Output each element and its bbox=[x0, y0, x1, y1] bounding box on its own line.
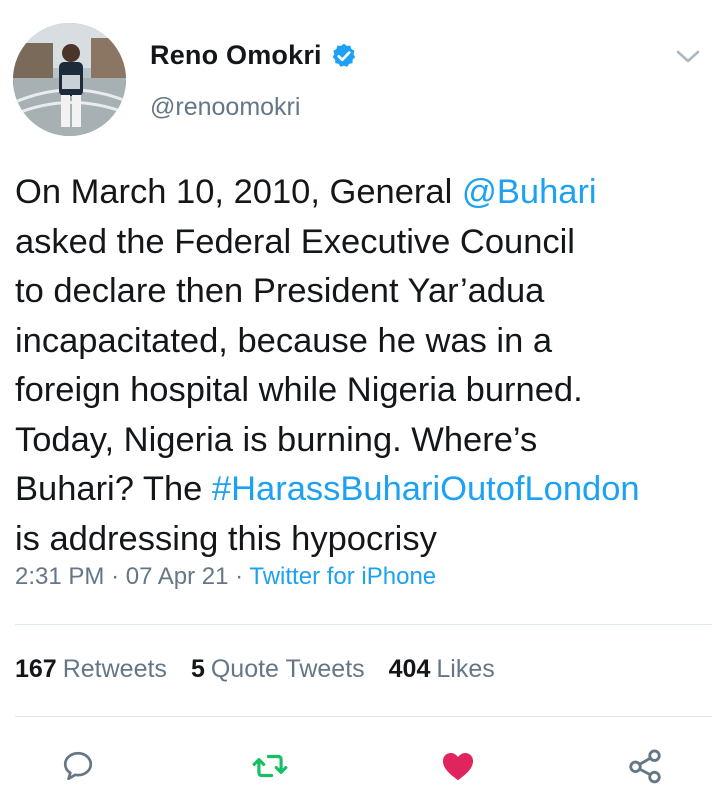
meta-separator: · bbox=[111, 563, 120, 590]
mention-link[interactable]: @Buhari bbox=[462, 173, 597, 211]
chevron-down-icon[interactable] bbox=[672, 44, 704, 68]
heart-icon bbox=[442, 753, 474, 781]
tweet-text-segment: is addressing this hypocrisy bbox=[15, 519, 437, 558]
share-icon bbox=[629, 749, 661, 784]
speech-bubble-icon bbox=[63, 751, 93, 781]
avatar-photo bbox=[13, 23, 126, 136]
tweet-meta: 2:31 PM · 07 Apr 21 · Twitter for iPhone bbox=[15, 563, 436, 591]
retweet-button[interactable] bbox=[246, 742, 294, 790]
verified-badge-icon bbox=[330, 42, 358, 70]
tweet-date: 07 Apr 21 bbox=[125, 563, 229, 590]
tweet-text-segment: asked the Federal Executive Council to d… bbox=[15, 222, 583, 509]
divider bbox=[15, 716, 712, 717]
like-button[interactable] bbox=[434, 742, 482, 790]
quote-tweets-stat[interactable]: 5 Quote Tweets bbox=[191, 655, 365, 684]
divider bbox=[15, 624, 712, 625]
tweet-text-segment: On March 10, 2010, General bbox=[15, 173, 462, 211]
retweets-stat[interactable]: 167 Retweets bbox=[15, 655, 167, 684]
retweets-label: Retweets bbox=[62, 655, 167, 683]
likes-label: Likes bbox=[436, 655, 495, 683]
share-button[interactable] bbox=[621, 742, 669, 790]
tweet-stats: 167 Retweets 5 Quote Tweets 404 Likes bbox=[15, 655, 495, 684]
tweet-time: 2:31 PM bbox=[15, 563, 105, 590]
author-name-row[interactable]: Reno Omokri bbox=[150, 40, 358, 71]
reply-button[interactable] bbox=[54, 742, 102, 790]
tweet-text: On March 10, 2010, General @Buhari asked… bbox=[15, 168, 715, 564]
quote-tweets-count: 5 bbox=[190, 655, 205, 683]
author-handle[interactable]: @renoomokri bbox=[150, 93, 300, 122]
quote-tweets-label: Quote Tweets bbox=[210, 655, 365, 683]
hashtag-link[interactable]: #HarassBuhariOutofLondon bbox=[212, 470, 640, 508]
tweet-source-link[interactable]: Twitter for iPhone bbox=[249, 563, 436, 590]
retweet-icon bbox=[252, 754, 288, 778]
author-name[interactable]: Reno Omokri bbox=[150, 40, 322, 71]
retweets-count: 167 bbox=[15, 655, 57, 683]
likes-count: 404 bbox=[388, 655, 431, 683]
avatar[interactable] bbox=[13, 23, 126, 136]
likes-stat[interactable]: 404 Likes bbox=[389, 655, 495, 684]
meta-separator: · bbox=[235, 563, 244, 590]
